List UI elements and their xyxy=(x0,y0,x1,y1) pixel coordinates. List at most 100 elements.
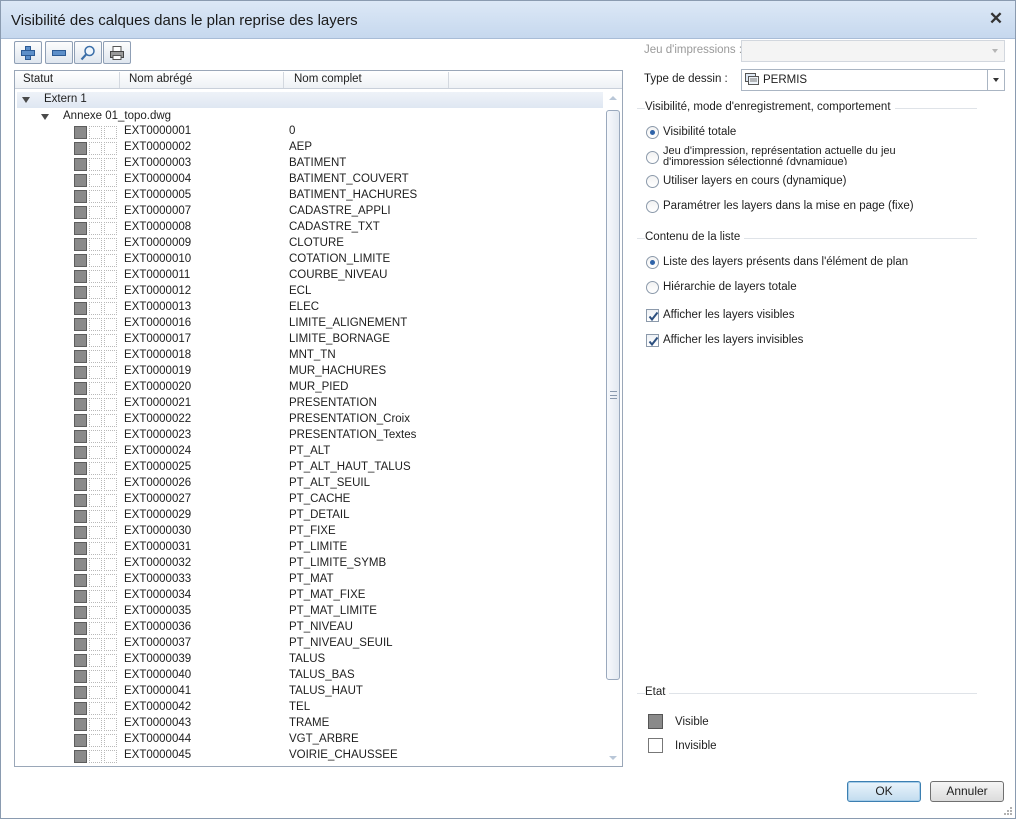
status-cell-icon[interactable] xyxy=(89,654,102,667)
layer-row[interactable]: EXT0000033 PT_MAT xyxy=(15,572,605,588)
status-cell-icon[interactable] xyxy=(89,478,102,491)
status-cell-icon[interactable] xyxy=(104,510,117,523)
status-cell-icon[interactable] xyxy=(89,206,102,219)
status-cell-icon[interactable] xyxy=(104,126,117,139)
layer-row[interactable]: EXT0000009 CLOTURE xyxy=(15,236,605,252)
status-cell-icon[interactable] xyxy=(89,622,102,635)
status-cell-icon[interactable] xyxy=(104,670,117,683)
visibility-status-icon[interactable] xyxy=(74,510,87,523)
column-header-short-name[interactable]: Nom abrégé xyxy=(129,73,192,85)
status-cell-icon[interactable] xyxy=(104,638,117,651)
status-cell-icon[interactable] xyxy=(104,702,117,715)
status-cell-icon[interactable] xyxy=(104,542,117,555)
print-set-dropdown[interactable] xyxy=(741,40,1005,62)
layer-row[interactable]: EXT0000002 AEP xyxy=(15,140,605,156)
layer-row[interactable]: EXT0000022 PRESENTATION_Croix xyxy=(15,412,605,428)
visibility-status-icon[interactable] xyxy=(74,238,87,251)
status-cell-icon[interactable] xyxy=(89,126,102,139)
layer-row[interactable]: EXT0000005 BATIMENT_HACHURES xyxy=(15,188,605,204)
status-cell-icon[interactable] xyxy=(89,542,102,555)
status-cell-icon[interactable] xyxy=(104,654,117,667)
visibility-status-icon[interactable] xyxy=(74,542,87,555)
status-cell-icon[interactable] xyxy=(104,206,117,219)
visibility-status-icon[interactable] xyxy=(74,414,87,427)
visibility-status-icon[interactable] xyxy=(74,622,87,635)
status-cell-icon[interactable] xyxy=(89,510,102,523)
visibility-status-icon[interactable] xyxy=(74,302,87,315)
checkbox-show-visible[interactable] xyxy=(646,309,659,322)
search-button[interactable] xyxy=(74,41,102,64)
status-cell-icon[interactable] xyxy=(89,142,102,155)
status-cell-icon[interactable] xyxy=(104,734,117,747)
scrollbar-thumb[interactable] xyxy=(606,110,620,680)
layer-row[interactable]: EXT0000030 PT_FIXE xyxy=(15,524,605,540)
status-cell-icon[interactable] xyxy=(89,302,102,315)
radio-current-layers[interactable] xyxy=(646,175,659,188)
status-cell-icon[interactable] xyxy=(89,414,102,427)
layer-row[interactable]: EXT0000018 MNT_TN xyxy=(15,348,605,364)
layer-row[interactable]: EXT0000001 0 xyxy=(15,124,605,140)
resize-grip-icon[interactable] xyxy=(1003,806,1013,816)
status-cell-icon[interactable] xyxy=(89,526,102,539)
layer-row[interactable]: EXT0000021 PRESENTATION xyxy=(15,396,605,412)
status-cell-icon[interactable] xyxy=(89,446,102,459)
visibility-status-icon[interactable] xyxy=(74,398,87,411)
status-cell-icon[interactable] xyxy=(89,686,102,699)
status-cell-icon[interactable] xyxy=(104,526,117,539)
radio-layout-layers-label[interactable]: Paramétrer les layers dans la mise en pa… xyxy=(663,200,914,212)
radio-layout-layers[interactable] xyxy=(646,200,659,213)
status-cell-icon[interactable] xyxy=(89,190,102,203)
status-cell-icon[interactable] xyxy=(89,158,102,171)
layer-row[interactable]: EXT0000029 PT_DETAIL xyxy=(15,508,605,524)
tree-node-file[interactable]: Annexe 01_topo.dwg xyxy=(15,108,605,124)
status-cell-icon[interactable] xyxy=(89,750,102,763)
radio-present-layers-label[interactable]: Liste des layers présents dans l'élément… xyxy=(663,256,908,268)
checkbox-show-invisible[interactable] xyxy=(646,334,659,347)
status-cell-icon[interactable] xyxy=(104,590,117,603)
radio-visibility-total[interactable] xyxy=(646,126,659,139)
status-cell-icon[interactable] xyxy=(89,462,102,475)
visibility-status-icon[interactable] xyxy=(74,686,87,699)
status-cell-icon[interactable] xyxy=(104,302,117,315)
radio-total-hierarchy-label[interactable]: Hiérarchie de layers totale xyxy=(663,281,797,293)
visibility-status-icon[interactable] xyxy=(74,190,87,203)
status-cell-icon[interactable] xyxy=(89,590,102,603)
status-cell-icon[interactable] xyxy=(89,606,102,619)
visibility-status-icon[interactable] xyxy=(74,206,87,219)
layer-row[interactable]: EXT0000019 MUR_HACHURES xyxy=(15,364,605,380)
status-cell-icon[interactable] xyxy=(104,174,117,187)
status-cell-icon[interactable] xyxy=(89,382,102,395)
layer-row[interactable]: EXT0000024 PT_ALT xyxy=(15,444,605,460)
status-cell-icon[interactable] xyxy=(89,318,102,331)
status-cell-icon[interactable] xyxy=(104,478,117,491)
visibility-status-icon[interactable] xyxy=(74,734,87,747)
visibility-status-icon[interactable] xyxy=(74,350,87,363)
vertical-scrollbar[interactable] xyxy=(605,90,622,766)
status-cell-icon[interactable] xyxy=(89,254,102,267)
visibility-status-icon[interactable] xyxy=(74,174,87,187)
status-cell-icon[interactable] xyxy=(89,350,102,363)
status-cell-icon[interactable] xyxy=(89,398,102,411)
visibility-status-icon[interactable] xyxy=(74,334,87,347)
layer-row[interactable]: EXT0000032 PT_LIMITE_SYMB xyxy=(15,556,605,572)
column-header-full-name[interactable]: Nom complet xyxy=(294,73,362,85)
expand-arrow-icon[interactable] xyxy=(41,114,49,120)
layer-row[interactable]: EXT0000041 TALUS_HAUT xyxy=(15,684,605,700)
status-cell-icon[interactable] xyxy=(89,494,102,507)
layer-row[interactable]: EXT0000027 PT_CACHE xyxy=(15,492,605,508)
status-cell-icon[interactable] xyxy=(89,222,102,235)
status-cell-icon[interactable] xyxy=(89,238,102,251)
radio-present-layers[interactable] xyxy=(646,256,659,269)
status-cell-icon[interactable] xyxy=(104,398,117,411)
status-cell-icon[interactable] xyxy=(104,334,117,347)
visibility-status-icon[interactable] xyxy=(74,318,87,331)
visibility-status-icon[interactable] xyxy=(74,286,87,299)
radio-total-hierarchy[interactable] xyxy=(646,281,659,294)
layer-row[interactable]: EXT0000026 PT_ALT_SEUIL xyxy=(15,476,605,492)
layer-row[interactable]: EXT0000004 BATIMENT_COUVERT xyxy=(15,172,605,188)
radio-print-set-dynamic[interactable] xyxy=(646,151,659,164)
status-cell-icon[interactable] xyxy=(89,366,102,379)
layer-row[interactable]: EXT0000043 TRAME xyxy=(15,716,605,732)
visibility-status-icon[interactable] xyxy=(74,366,87,379)
status-cell-icon[interactable] xyxy=(104,718,117,731)
